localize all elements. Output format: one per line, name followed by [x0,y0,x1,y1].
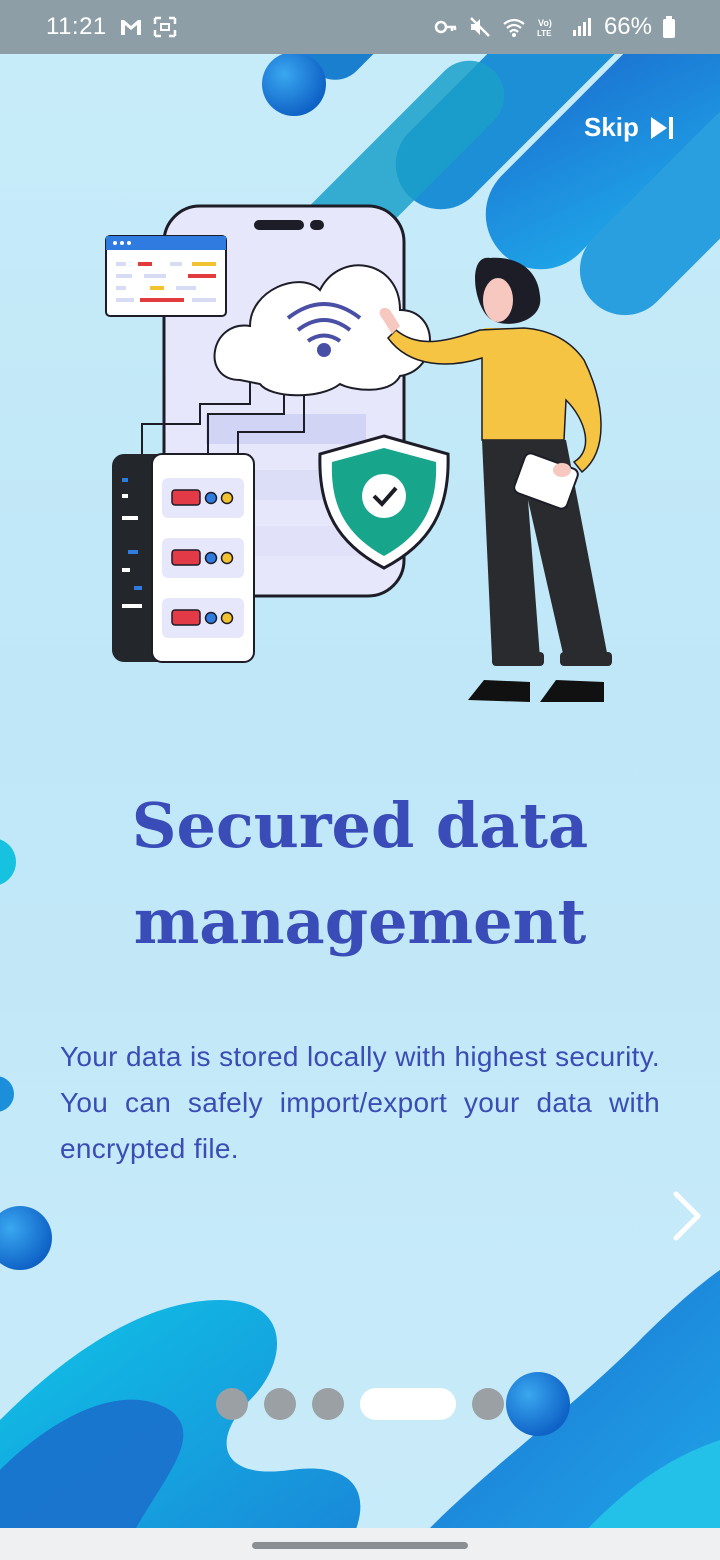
home-gesture-handle[interactable] [252,1542,468,1549]
security-illustration [105,204,612,702]
battery-percent: 66% [603,13,652,40]
signal-icon [572,18,591,36]
onboarding-description: Your data is stored locally with highest… [60,1041,660,1164]
page-dot-1[interactable] [216,1388,248,1420]
status-time: 11:21 [46,13,107,40]
page-dot-3[interactable] [312,1388,344,1420]
page-dot-2[interactable] [264,1388,296,1420]
skip-button[interactable]: Skip [584,112,675,143]
wifi-icon [503,18,525,37]
next-page-icon[interactable] [664,1188,708,1244]
skip-next-icon [650,116,673,139]
status-bar: 11:21 Vo) LTE 66% [0,0,720,54]
svg-text:Vo): Vo) [538,18,552,28]
screenshot-icon [153,16,177,38]
page-dot-5[interactable] [472,1388,504,1420]
page-indicator [216,1388,504,1420]
title-line-1: Secured data [131,789,589,862]
battery-icon [663,16,675,38]
gmail-icon [120,20,141,35]
volte-icon: Vo) LTE [537,18,552,38]
vpn-key-icon [434,20,457,34]
mute-icon [470,17,490,37]
page-dot-4-active[interactable] [360,1388,456,1420]
onboarding-title: Secured data management [0,778,720,970]
svg-text:LTE: LTE [537,29,552,38]
title-line-2: management [133,885,587,958]
skip-label: Skip [584,112,639,142]
